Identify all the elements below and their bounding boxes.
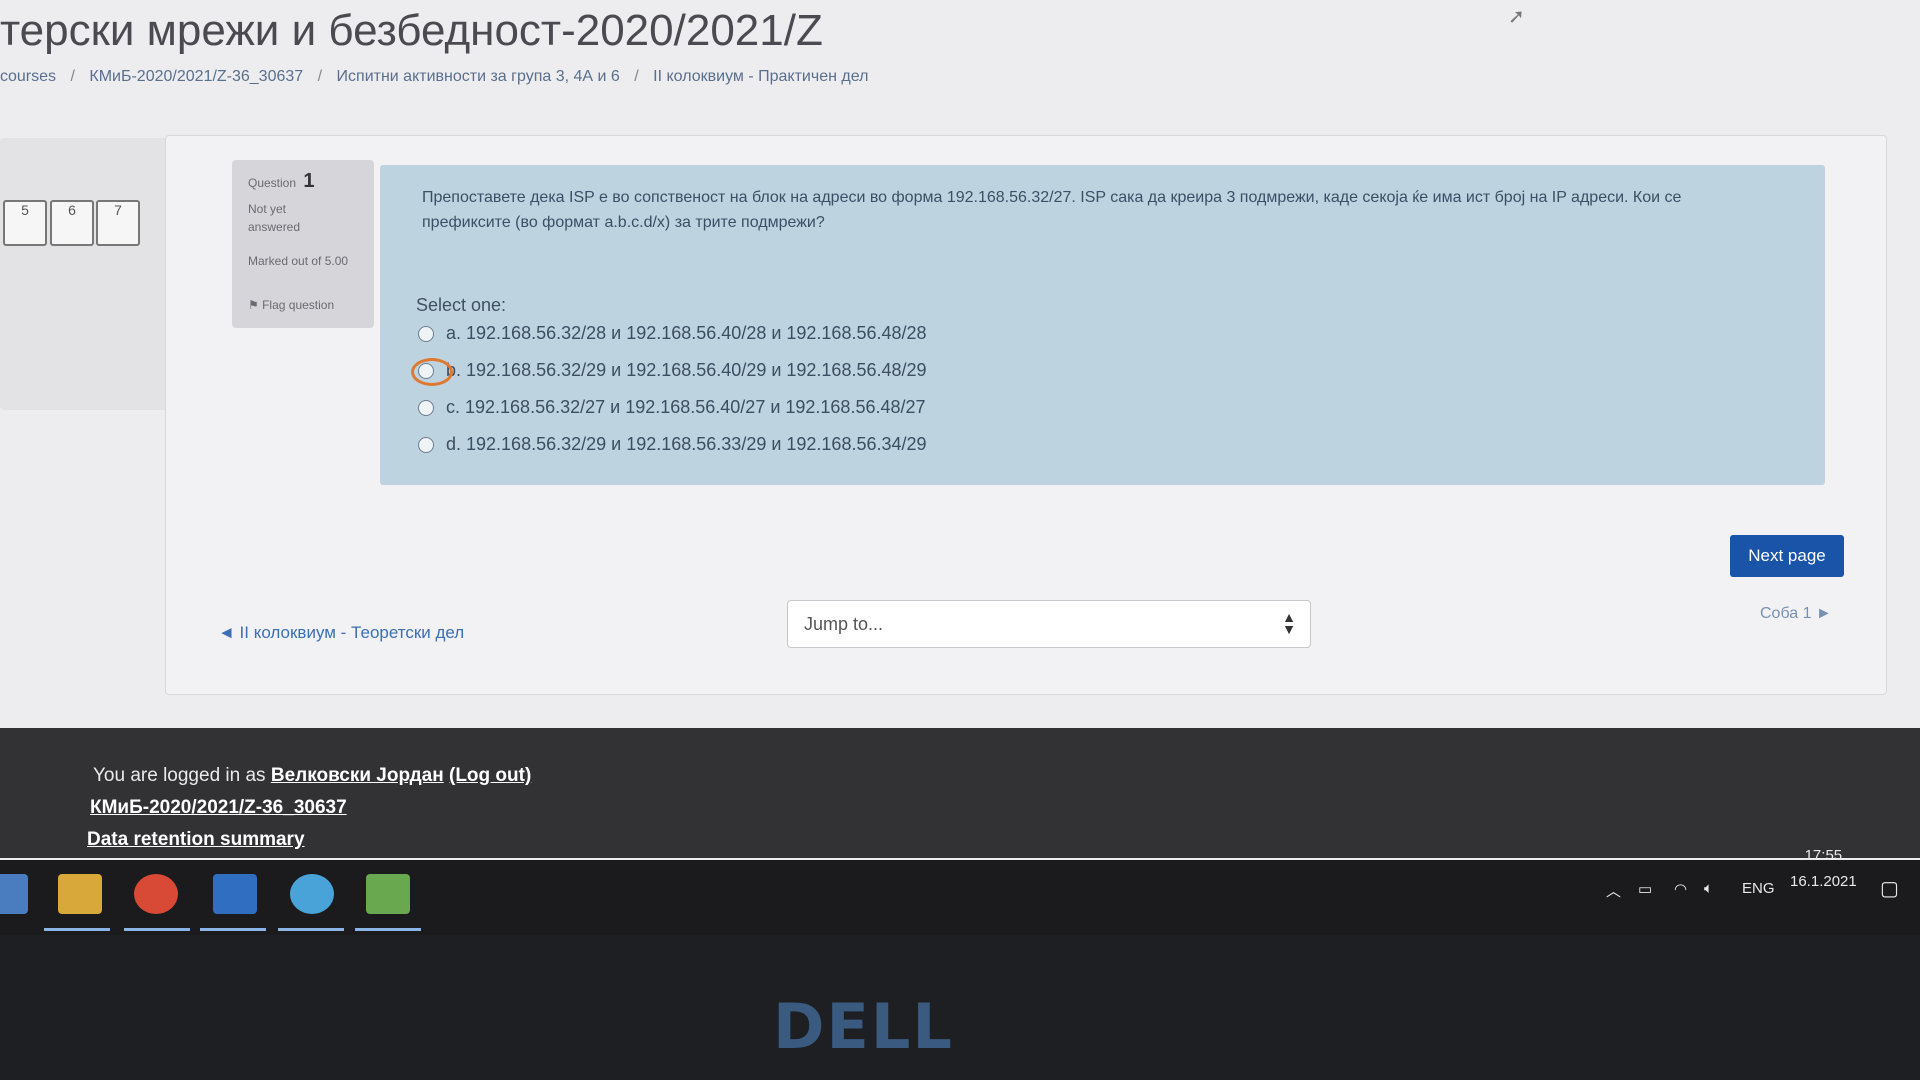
breadcrumb-separator: / — [317, 68, 323, 85]
flag-question-label: Flag question — [262, 298, 335, 312]
jump-to-select[interactable]: Jump to... ▲ ▼ — [787, 600, 1311, 648]
answer-option-c[interactable]: c. 192.168.56.32/27 и 192.168.56.40/27 и… — [418, 397, 926, 418]
clock-time: 17:55 — [1804, 847, 1843, 864]
answer-label-c: c. 192.168.56.32/27 и 192.168.56.40/27 и… — [446, 397, 926, 417]
language-indicator[interactable]: ENG — [1742, 880, 1775, 897]
question-number: Question 1 — [248, 170, 315, 193]
taskbar-indicator — [200, 928, 266, 931]
dell-logo: DELL — [773, 990, 954, 1063]
data-retention-link[interactable]: Data retention summary — [87, 829, 305, 851]
windows-start-icon[interactable] — [0, 874, 28, 914]
breadcrumb-item-course[interactable]: КМиБ-2020/2021/Z-36_30637 — [89, 68, 303, 85]
radio-d[interactable] — [418, 437, 434, 454]
question-label: Question — [248, 176, 297, 190]
screen: терски мрежи и безбедност-2020/2021/Z co… — [0, 0, 1920, 935]
show-hidden-icons-icon[interactable]: ︿ — [1606, 880, 1621, 901]
select-arrows-icon: ▲ ▼ — [1282, 609, 1296, 637]
page-title: терски мрежи и безбедност-2020/2021/Z — [0, 6, 823, 55]
answer-label-a: a. 192.168.56.32/28 и 192.168.56.40/28 и… — [446, 323, 927, 343]
jump-to-placeholder: Jump to... — [804, 614, 884, 634]
breadcrumb-item-section[interactable]: Испитни активности за група 3, 4А и 6 — [337, 68, 620, 85]
question-number-value: 1 — [303, 170, 315, 192]
taskbar-indicator — [44, 928, 110, 931]
user-profile-link[interactable]: Велковски Јордан — [271, 765, 444, 786]
page-footer: You are logged in as Велковски Јордан (L… — [0, 728, 1920, 858]
breadcrumb-separator: / — [634, 68, 639, 85]
volume-icon[interactable]: 🔈︎ — [1704, 880, 1713, 897]
mouse-cursor-icon: ➚ — [1508, 6, 1525, 28]
media-player-icon[interactable] — [213, 874, 257, 914]
question-formulation: Препоставете дека ISP е во сопственост н… — [380, 165, 1825, 485]
question-info-panel: Question 1 Not yet answered Marked out o… — [232, 160, 374, 328]
answer-label-b: b. 192.168.56.32/29 и 192.168.56.40/29 и… — [446, 360, 927, 380]
answer-label-d: d. 192.168.56.32/29 и 192.168.56.33/29 и… — [446, 434, 927, 454]
taskbar-clock[interactable]: 17:55 16.1.2021 — [1790, 843, 1857, 895]
wifi-icon[interactable]: ◠ — [1674, 880, 1687, 898]
chrome-icon[interactable] — [134, 874, 178, 914]
select-one-label: Select one: — [416, 295, 507, 315]
next-activity-link[interactable]: Соба 1 ► — [1760, 605, 1832, 623]
answer-option-b[interactable]: b. 192.168.56.32/29 и 192.168.56.40/29 и… — [418, 360, 927, 381]
taskbar-indicator — [355, 928, 421, 931]
battery-icon[interactable]: ▭ — [1638, 880, 1652, 898]
store-app-icon[interactable] — [366, 874, 410, 914]
quiz-nav-button-6[interactable]: 6 — [50, 200, 94, 246]
breadcrumb-item-courses[interactable]: courses — [0, 68, 56, 85]
quiz-nav-button-5[interactable]: 5 — [3, 200, 47, 246]
clock-date: 16.1.2021 — [1790, 873, 1857, 890]
logout-link[interactable]: (Log out) — [449, 765, 531, 786]
question-state: Not yet answered — [248, 202, 301, 234]
question-text: Препоставете дека ISP е во сопственост н… — [422, 189, 1682, 231]
logged-in-line: You are logged in as Велковски Јордан (L… — [93, 765, 531, 787]
selection-highlight-ring — [411, 358, 453, 386]
breadcrumb-separator: / — [70, 68, 75, 85]
next-page-button[interactable]: Next page — [1730, 535, 1844, 577]
flag-question-link[interactable]: ⚑ Flag question — [248, 298, 334, 312]
breadcrumb: courses / КМиБ-2020/2021/Z-36_30637 / Ис… — [0, 68, 878, 86]
radio-a[interactable] — [418, 326, 434, 343]
answer-option-d[interactable]: d. 192.168.56.32/29 и 192.168.56.33/29 и… — [418, 434, 927, 455]
previous-activity-link[interactable]: ◄ II колоквиум - Теоретски дел — [218, 623, 464, 643]
flag-icon: ⚑ — [248, 298, 263, 312]
logged-in-text: You are logged in as — [93, 765, 266, 786]
notifications-icon[interactable]: ▢ — [1880, 876, 1899, 901]
taskbar-indicator — [124, 928, 190, 931]
radio-c[interactable] — [418, 400, 434, 417]
quiz-nav-button-7[interactable]: 7 — [96, 200, 140, 246]
windows-taskbar: ︿ ▭ ◠ 🔈︎ ENG ▢ — [0, 860, 1920, 935]
course-link[interactable]: КМиБ-2020/2021/Z-36_30637 — [90, 797, 347, 819]
breadcrumb-item-quiz[interactable]: II колоквиум - Практичен дел — [653, 68, 868, 85]
taskbar-indicator — [278, 928, 344, 931]
file-explorer-icon[interactable] — [58, 874, 102, 914]
browser-icon[interactable] — [290, 874, 334, 914]
answer-option-a[interactable]: a. 192.168.56.32/28 и 192.168.56.40/28 и… — [418, 323, 927, 344]
question-mark: Marked out of 5.00 — [248, 254, 349, 268]
